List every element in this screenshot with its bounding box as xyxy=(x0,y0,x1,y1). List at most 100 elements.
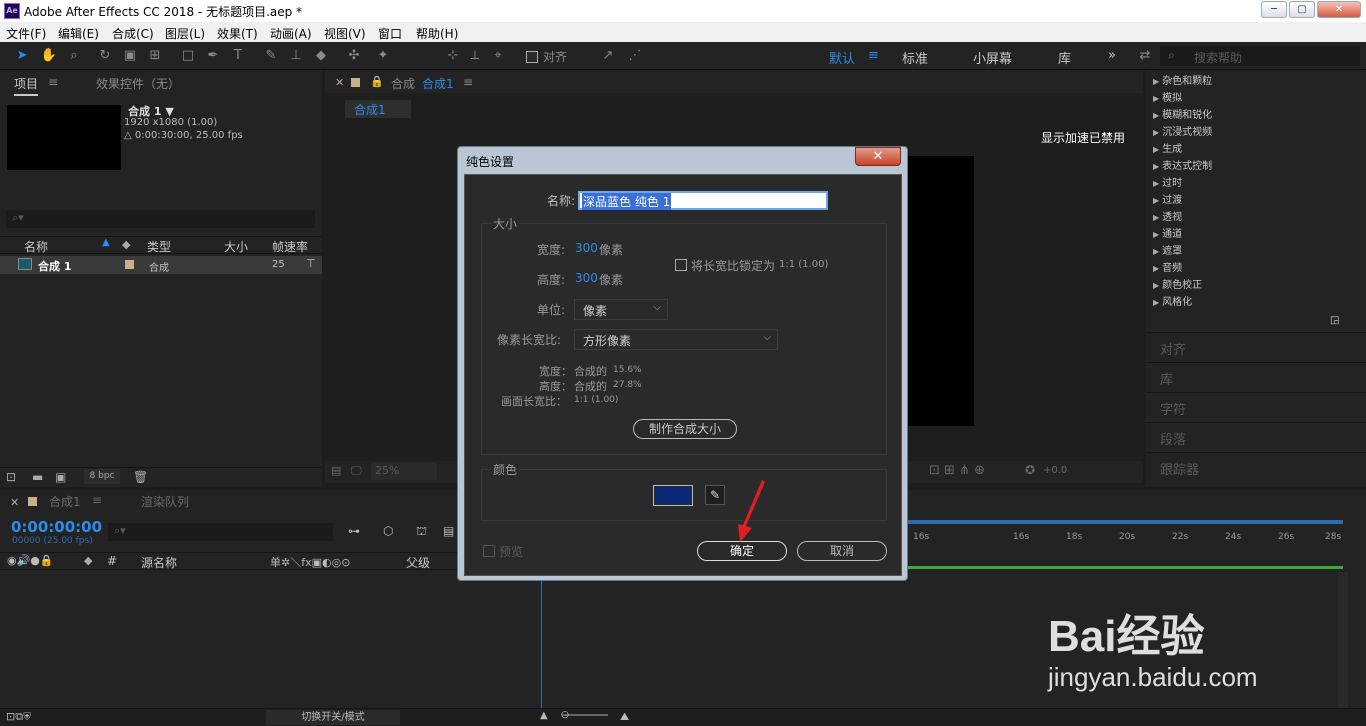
close-tab-icon[interactable]: ✕ xyxy=(335,76,344,89)
rotate-tool-icon[interactable]: ↻ xyxy=(96,47,114,65)
table-row[interactable]: 合成 1 合成 25 ⊤ xyxy=(0,256,322,274)
pen-tool-icon[interactable]: ✒ xyxy=(204,47,222,65)
new-folder-icon[interactable]: ▬ xyxy=(32,470,43,484)
height-value[interactable]: 300 xyxy=(575,271,598,285)
selection-tool-icon[interactable]: ➤ xyxy=(13,47,31,65)
menu-animation[interactable]: 动画(A) xyxy=(270,25,312,42)
work-area-bar[interactable] xyxy=(905,520,1343,524)
frame-blending-icon[interactable]: ▤ xyxy=(443,524,454,538)
sync-icon[interactable]: ⇄ xyxy=(1136,47,1154,65)
menu-effect[interactable]: 效果(T) xyxy=(217,25,258,42)
view-axis-icon[interactable]: ⌖ xyxy=(489,47,507,65)
close-window-button[interactable]: ✕ xyxy=(1317,1,1361,18)
effect-category[interactable]: ▶ 风格化 xyxy=(1153,294,1192,311)
current-timecode[interactable]: 0:00:00:00 xyxy=(11,518,102,536)
hand-tool-icon[interactable]: ✋ xyxy=(40,47,58,65)
clone-stamp-tool-icon[interactable]: ⊥ xyxy=(287,47,305,65)
tab-menu-icon[interactable]: ≡ xyxy=(48,75,58,89)
lock-aspect-checkbox[interactable] xyxy=(675,259,687,271)
effect-category[interactable]: ▶ 音频 xyxy=(1153,260,1182,277)
col-framerate[interactable]: 帧速率 xyxy=(272,238,308,255)
panel-align[interactable]: 对齐 xyxy=(1160,339,1186,358)
layer-switches-icon[interactable]: 单✲＼fx▣◐◎⊙ xyxy=(270,554,350,570)
shy-layers-icon[interactable]: ⛫ xyxy=(416,524,427,540)
effect-category[interactable]: ▶ 模糊和锐化 xyxy=(1153,107,1212,124)
bit-depth-button[interactable]: 8 bpc xyxy=(84,469,120,484)
effect-category[interactable]: ▶ 颜色校正 xyxy=(1153,277,1202,294)
effect-category[interactable]: ▶ 杂色和颗粒 xyxy=(1153,73,1212,90)
trash-icon[interactable]: 🗑 xyxy=(133,470,148,484)
effect-category[interactable]: ▶ 遮罩 xyxy=(1153,243,1182,260)
col-type[interactable]: 类型 xyxy=(147,238,171,255)
exposure-value[interactable]: +0.0 xyxy=(1043,465,1067,476)
draft-3d-icon[interactable]: ⬡ xyxy=(383,524,393,538)
maximize-button[interactable]: ▢ xyxy=(1289,1,1315,18)
timeline-tab-render-queue[interactable]: 渲染队列 xyxy=(141,493,189,510)
project-search-input[interactable]: ⌕▾ xyxy=(6,210,315,228)
menu-window[interactable]: 窗口 xyxy=(378,25,402,42)
col-source-name[interactable]: 源名称 xyxy=(141,554,177,571)
tab-menu-icon[interactable]: ≡ xyxy=(463,75,473,89)
help-search-field[interactable]: ⌕ 搜索帮助 xyxy=(1160,46,1360,66)
timeline-search-input[interactable]: ⌕▾ xyxy=(108,523,333,541)
lock-icon[interactable]: 🔒 xyxy=(370,75,384,88)
pan-behind-tool-icon[interactable]: ⊞ xyxy=(146,47,164,65)
close-tab-icon[interactable]: ✕ xyxy=(10,496,19,509)
panel-paragraph[interactable]: 段落 xyxy=(1160,429,1186,448)
menu-help[interactable]: 帮助(H) xyxy=(416,25,458,42)
align-checkbox[interactable] xyxy=(526,51,538,63)
snap-options-icon[interactable]: ⋰ xyxy=(626,47,644,65)
name-value-selected[interactable]: 深品蓝色 纯色 1 xyxy=(582,193,672,210)
effect-category[interactable]: ▶ 生成 xyxy=(1153,141,1182,158)
zoom-tool-icon[interactable]: ⌕ xyxy=(65,47,83,65)
make-comp-size-button[interactable]: 制作合成大小 xyxy=(633,419,737,439)
rectangle-tool-icon[interactable]: □ xyxy=(179,47,197,65)
roto-brush-tool-icon[interactable]: ✣ xyxy=(345,47,363,65)
col-name[interactable]: 名称 xyxy=(24,238,48,255)
time-ruler[interactable]: 16s 16s 18s 20s 22s 24s 26s 28s xyxy=(905,530,1343,546)
color-swatch[interactable] xyxy=(653,485,693,506)
pixel-aspect-select[interactable]: 方形像素 ⌵ xyxy=(574,329,778,350)
local-axis-icon[interactable]: ⊹ xyxy=(444,47,462,65)
workspace-default[interactable]: 默认 xyxy=(829,48,855,67)
col-parent[interactable]: 父级 xyxy=(406,554,430,571)
effect-category[interactable]: ▶ 通道 xyxy=(1153,226,1182,243)
effect-category[interactable]: ▶ 过时 xyxy=(1153,175,1182,192)
toggle-switches-modes[interactable]: 切换开关/模式 xyxy=(266,710,400,725)
tab-effect-controls[interactable]: 效果控件（无） xyxy=(96,75,180,92)
menu-layer[interactable]: 图层(L) xyxy=(165,25,205,42)
region-of-interest-icon[interactable]: ⊡ ⊞ ⋔ ⊕ xyxy=(929,463,985,478)
name-input[interactable]: 深品蓝色 纯色 1 xyxy=(578,191,828,210)
cancel-button[interactable]: 取消 xyxy=(797,541,887,561)
av-switches-icon[interactable]: ◉🔊●🔒 xyxy=(7,554,54,567)
timeline-scrollbar[interactable] xyxy=(1338,572,1348,712)
panel-character[interactable]: 字符 xyxy=(1160,399,1186,418)
new-composition-icon[interactable]: ▣ xyxy=(55,470,66,484)
comp-tab-name[interactable]: 合成1 xyxy=(422,75,454,92)
exposure-icon[interactable]: ✪ xyxy=(1025,463,1035,477)
flowchart-icon[interactable]: ⊤ xyxy=(306,257,316,270)
type-tool-icon[interactable]: T xyxy=(229,47,247,65)
label-tag-icon[interactable]: ◆ xyxy=(84,554,92,567)
preview-icon[interactable]: 🖵 xyxy=(351,464,362,478)
comp-sub-tab[interactable]: 合成1 xyxy=(345,100,411,118)
help-search-placeholder[interactable]: 搜索帮助 xyxy=(1194,49,1242,66)
row-name[interactable]: 合成 1 xyxy=(38,258,71,274)
close-dialog-button[interactable]: ✕ xyxy=(855,147,901,166)
panel-tracker[interactable]: 跟踪器 xyxy=(1160,459,1199,478)
units-select[interactable]: 像素 ⌵ xyxy=(574,299,668,320)
menu-edit[interactable]: 编辑(E) xyxy=(58,25,99,42)
tab-project[interactable]: 项目 xyxy=(14,75,39,96)
playhead-line[interactable] xyxy=(541,570,542,716)
effect-category[interactable]: ▶ 模拟 xyxy=(1153,90,1182,107)
workspace-standard[interactable]: 标准 xyxy=(902,48,928,67)
effect-category[interactable]: ▶ 沉浸式视频 xyxy=(1153,124,1212,141)
panel-libraries[interactable]: 库 xyxy=(1160,369,1173,388)
sort-ascending-icon[interactable]: ▲ xyxy=(102,237,110,248)
menu-file[interactable]: 文件(F) xyxy=(6,25,46,42)
effect-category[interactable]: ▶ 过渡 xyxy=(1153,192,1182,209)
zoom-in-icon[interactable]: ⛰ xyxy=(620,710,629,724)
menu-view[interactable]: 视图(V) xyxy=(324,25,366,42)
zoom-select[interactable]: 25% xyxy=(371,463,437,480)
snap-icon[interactable]: ↗ xyxy=(599,47,617,65)
